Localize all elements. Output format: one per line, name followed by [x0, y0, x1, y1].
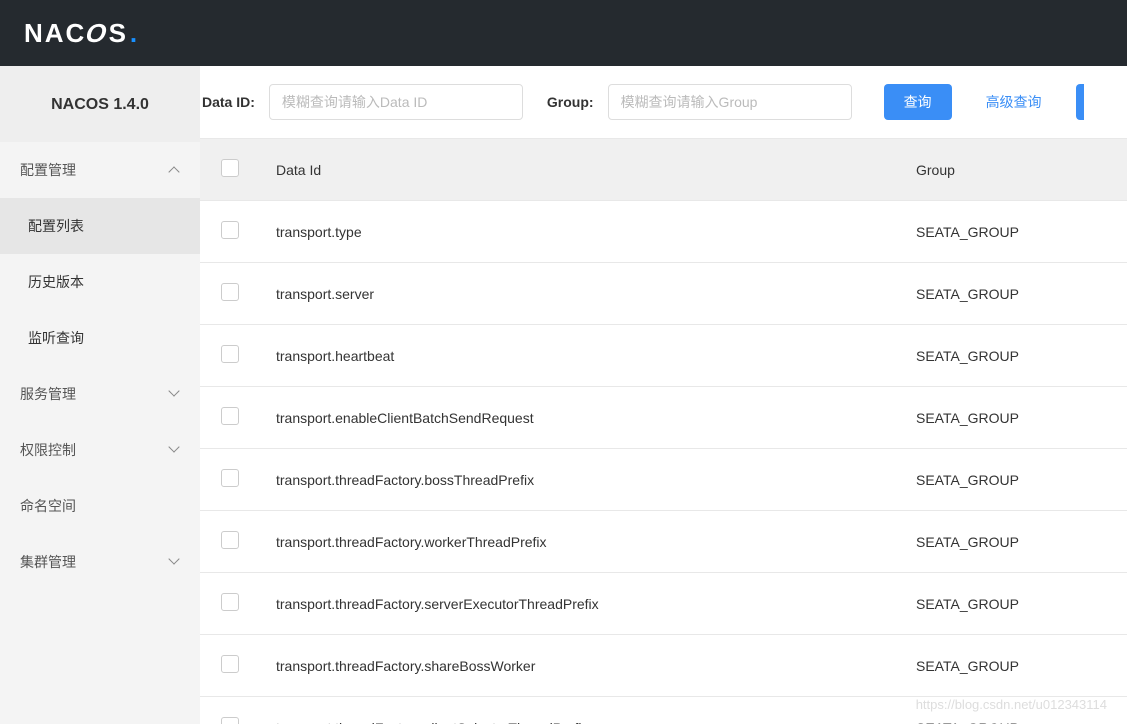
table-row: transport.threadFactory.bossThreadPrefix… — [200, 449, 1127, 511]
row-checkbox[interactable] — [221, 655, 239, 673]
row-checkbox[interactable] — [221, 469, 239, 487]
table-row: transport.threadFactory.shareBossWorkerS… — [200, 635, 1127, 697]
header-data-id: Data Id — [260, 139, 900, 201]
sidebar-item-5[interactable]: 权限控制 — [0, 422, 200, 478]
query-button[interactable]: 查询 — [884, 84, 952, 120]
sidebar-item-label: 监听查询 — [28, 328, 84, 348]
cell-data-id: transport.enableClientBatchSendRequest — [260, 387, 900, 449]
group-input[interactable] — [608, 84, 852, 120]
search-bar: Data ID: Group: 查询 高级查询 — [200, 66, 1127, 138]
logo: NACOS. — [24, 18, 139, 49]
sidebar-item-label: 权限控制 — [20, 440, 76, 460]
cell-group: SEATA_GROUP — [900, 511, 1127, 573]
cell-data-id: transport.server — [260, 263, 900, 325]
cell-group: SEATA_GROUP — [900, 387, 1127, 449]
row-checkbox[interactable] — [221, 283, 239, 301]
table-row: transport.enableClientBatchSendRequestSE… — [200, 387, 1127, 449]
row-checkbox[interactable] — [221, 531, 239, 549]
app-header: NACOS. — [0, 0, 1127, 66]
table-row: transport.typeSEATA_GROUP — [200, 201, 1127, 263]
sidebar-item-7[interactable]: 集群管理 — [0, 534, 200, 590]
sidebar-item-3[interactable]: 监听查询 — [0, 310, 200, 366]
sidebar-item-label: 命名空间 — [20, 496, 76, 516]
cell-data-id: transport.threadFactory.workerThreadPref… — [260, 511, 900, 573]
advanced-query-button[interactable]: 高级查询 — [966, 84, 1062, 120]
logo-text: NAC — [24, 18, 86, 49]
chevron-down-icon — [170, 557, 180, 567]
logo-s: S — [109, 18, 128, 49]
header-group: Group — [900, 139, 1127, 201]
table-row: transport.threadFactory.serverExecutorTh… — [200, 573, 1127, 635]
cell-data-id: transport.threadFactory.clientSelectorTh… — [260, 697, 900, 724]
cell-group: SEATA_GROUP — [900, 573, 1127, 635]
cell-data-id: transport.heartbeat — [260, 325, 900, 387]
row-checkbox[interactable] — [221, 345, 239, 363]
chevron-up-icon — [170, 165, 180, 175]
select-all-checkbox[interactable] — [221, 159, 239, 177]
sidebar-item-label: 集群管理 — [20, 552, 76, 572]
extra-button[interactable] — [1076, 84, 1084, 120]
data-id-label: Data ID: — [202, 94, 255, 110]
cell-group: SEATA_GROUP — [900, 263, 1127, 325]
chevron-down-icon — [170, 445, 180, 455]
table-row: transport.threadFactory.workerThreadPref… — [200, 511, 1127, 573]
sidebar-item-2[interactable]: 历史版本 — [0, 254, 200, 310]
cell-group: SEATA_GROUP — [900, 201, 1127, 263]
row-checkbox[interactable] — [221, 717, 239, 724]
sidebar: NACOS 1.4.0 配置管理配置列表历史版本监听查询服务管理权限控制命名空间… — [0, 66, 200, 724]
table-row: transport.heartbeatSEATA_GROUP — [200, 325, 1127, 387]
group-label: Group: — [547, 94, 594, 110]
sidebar-item-1[interactable]: 配置列表 — [0, 198, 200, 254]
row-checkbox[interactable] — [221, 593, 239, 611]
chevron-down-icon — [170, 389, 180, 399]
cell-group: SEATA_GROUP — [900, 697, 1127, 724]
cell-data-id: transport.type — [260, 201, 900, 263]
cell-group: SEATA_GROUP — [900, 635, 1127, 697]
sidebar-item-6[interactable]: 命名空间 — [0, 478, 200, 534]
cell-data-id: transport.threadFactory.serverExecutorTh… — [260, 573, 900, 635]
cell-data-id: transport.threadFactory.shareBossWorker — [260, 635, 900, 697]
main-content: Data ID: Group: 查询 高级查询 Data Id Group tr… — [200, 66, 1127, 724]
sidebar-item-label: 历史版本 — [28, 272, 84, 292]
cell-group: SEATA_GROUP — [900, 449, 1127, 511]
logo-dot: . — [130, 18, 139, 49]
cell-group: SEATA_GROUP — [900, 325, 1127, 387]
sidebar-title: NACOS 1.4.0 — [0, 66, 200, 142]
cell-data-id: transport.threadFactory.bossThreadPrefix — [260, 449, 900, 511]
sidebar-item-4[interactable]: 服务管理 — [0, 366, 200, 422]
sidebar-item-0[interactable]: 配置管理 — [0, 142, 200, 198]
sidebar-item-label: 配置列表 — [28, 216, 84, 236]
data-id-input[interactable] — [269, 84, 523, 120]
row-checkbox[interactable] — [221, 221, 239, 239]
row-checkbox[interactable] — [221, 407, 239, 425]
logo-o: O — [84, 18, 111, 49]
sidebar-item-label: 服务管理 — [20, 384, 76, 404]
sidebar-item-label: 配置管理 — [20, 160, 76, 180]
table-row: transport.serverSEATA_GROUP — [200, 263, 1127, 325]
table-row: transport.threadFactory.clientSelectorTh… — [200, 697, 1127, 724]
config-table: Data Id Group transport.typeSEATA_GROUPt… — [200, 138, 1127, 724]
